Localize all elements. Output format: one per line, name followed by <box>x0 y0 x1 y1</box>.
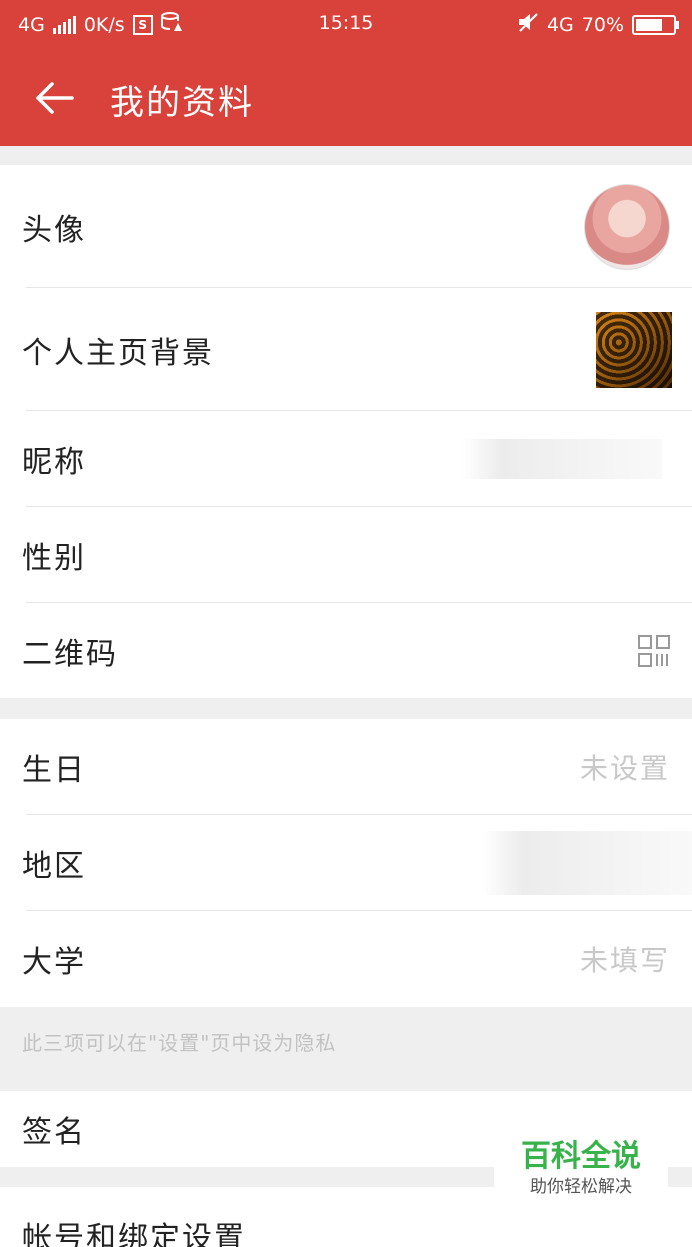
privacy-note: 此三项可以在"设置"页中设为隐私 <box>22 1031 337 1055</box>
region-row[interactable]: 地区 <box>0 815 692 911</box>
app-bar: 我的资料 <box>0 48 692 146</box>
avatar-label: 头像 <box>22 212 86 248</box>
region-label: 地区 <box>22 849 86 884</box>
university-value: 未填写 <box>579 944 670 977</box>
network-type-right: 4G <box>546 13 574 36</box>
privacy-note-section: 此三项可以在"设置"页中设为隐私 <box>0 1007 692 1091</box>
avatar[interactable] <box>584 183 670 270</box>
account-label: 帐号和绑定设置 <box>22 1221 246 1247</box>
watermark-logo: 百科全说 助你轻松解决 <box>494 1136 668 1204</box>
qrcode-label: 二维码 <box>22 636 118 672</box>
gender-row[interactable]: 性别 <box>0 507 692 603</box>
gender-label: 性别 <box>22 541 86 576</box>
background-row[interactable]: 个人主页背景 <box>0 288 692 411</box>
page-title: 我的资料 <box>110 83 254 123</box>
birthday-value: 未设置 <box>579 752 670 785</box>
nickname-value-blurred <box>462 439 662 479</box>
background-label: 个人主页背景 <box>22 335 214 371</box>
qrcode-row[interactable]: 二维码 <box>0 603 692 698</box>
profile-group: 头像 个人主页背景 昵称 性别 二维码 <box>0 165 692 698</box>
birthday-row[interactable]: 生日 未设置 <box>0 719 692 815</box>
signature-label: 签名 <box>22 1115 86 1150</box>
avatar-row[interactable]: 头像 <box>0 165 692 288</box>
qr-code-icon <box>638 634 670 667</box>
details-group: 生日 未设置 地区 大学 未填写 <box>0 719 692 1007</box>
region-value-blurred <box>482 831 692 895</box>
nickname-row[interactable]: 昵称 <box>0 411 692 507</box>
back-arrow-icon[interactable] <box>32 76 76 120</box>
nickname-label: 昵称 <box>22 445 86 480</box>
battery-icon <box>632 14 679 35</box>
battery-percent: 70% <box>581 13 624 36</box>
background-thumbnail[interactable] <box>596 311 672 388</box>
mute-icon <box>517 12 539 37</box>
status-bar: 4G 0K/s S 15:15 4G 70% <box>0 0 692 48</box>
birthday-label: 生日 <box>22 753 86 788</box>
watermark-subtitle: 助你轻松解决 <box>530 1177 632 1197</box>
watermark-title: 百科全说 <box>521 1139 641 1174</box>
university-label: 大学 <box>22 945 86 980</box>
university-row[interactable]: 大学 未填写 <box>0 911 692 1007</box>
